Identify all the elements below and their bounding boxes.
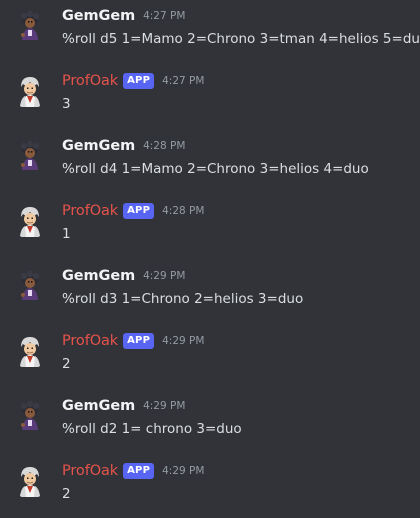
app-badge: APP	[123, 203, 155, 219]
message-text: %roll d3 1=Chrono 2=helios 3=duo	[62, 291, 304, 307]
trainer-avatar-icon[interactable]	[12, 8, 48, 44]
chat-message: ProfOak APP 4:27 PM 3	[0, 65, 420, 125]
message-text: %roll d2 1= chrono 3=duo	[62, 421, 242, 437]
message-text: 2	[62, 486, 71, 502]
message-text: %roll d5 1=Mamo 2=Chrono 3=tman 4=helios…	[62, 31, 420, 47]
chat-message-list: GemGem 4:27 PM %roll d5 1=Mamo 2=Chrono …	[0, 0, 420, 518]
message-timestamp: 4:27 PM	[143, 10, 186, 22]
message-author[interactable]: GemGem	[62, 8, 135, 24]
message-timestamp: 4:29 PM	[143, 270, 186, 282]
message-author[interactable]: ProfOak	[62, 463, 118, 479]
message-timestamp: 4:29 PM	[162, 335, 205, 347]
message-timestamp: 4:29 PM	[162, 465, 205, 477]
prof-oak-avatar-icon[interactable]	[12, 333, 48, 369]
message-author[interactable]: ProfOak	[62, 73, 118, 89]
message-author[interactable]: GemGem	[62, 138, 135, 154]
prof-oak-avatar-icon[interactable]	[12, 463, 48, 499]
message-author[interactable]: ProfOak	[62, 203, 118, 219]
message-timestamp: 4:28 PM	[143, 140, 186, 152]
message-timestamp: 4:27 PM	[162, 75, 205, 87]
chat-message: GemGem 4:29 PM %roll d3 1=Chrono 2=helio…	[0, 260, 420, 320]
message-timestamp: 4:28 PM	[162, 205, 205, 217]
prof-oak-avatar-icon[interactable]	[12, 203, 48, 239]
chat-message: ProfOak APP 4:29 PM 2	[0, 325, 420, 385]
message-author[interactable]: ProfOak	[62, 333, 118, 349]
message-text: 1	[62, 226, 71, 242]
trainer-avatar-icon[interactable]	[12, 138, 48, 174]
message-author[interactable]: GemGem	[62, 268, 135, 284]
trainer-avatar-icon[interactable]	[12, 268, 48, 304]
message-author[interactable]: GemGem	[62, 398, 135, 414]
chat-message: GemGem 4:29 PM %roll d2 1= chrono 3=duo	[0, 390, 420, 450]
chat-message: ProfOak APP 4:29 PM 2	[0, 455, 420, 515]
message-timestamp: 4:29 PM	[143, 400, 186, 412]
message-text: 3	[62, 96, 71, 112]
app-badge: APP	[123, 73, 155, 89]
trainer-avatar-icon[interactable]	[12, 398, 48, 434]
app-badge: APP	[123, 333, 155, 349]
chat-message: GemGem 4:28 PM %roll d4 1=Mamo 2=Chrono …	[0, 130, 420, 190]
prof-oak-avatar-icon[interactable]	[12, 73, 48, 109]
message-text: 2	[62, 356, 71, 372]
chat-message: ProfOak APP 4:28 PM 1	[0, 195, 420, 255]
app-badge: APP	[123, 463, 155, 479]
message-text: %roll d4 1=Mamo 2=Chrono 3=helios 4=duo	[62, 161, 369, 177]
chat-message: GemGem 4:27 PM %roll d5 1=Mamo 2=Chrono …	[0, 0, 420, 60]
